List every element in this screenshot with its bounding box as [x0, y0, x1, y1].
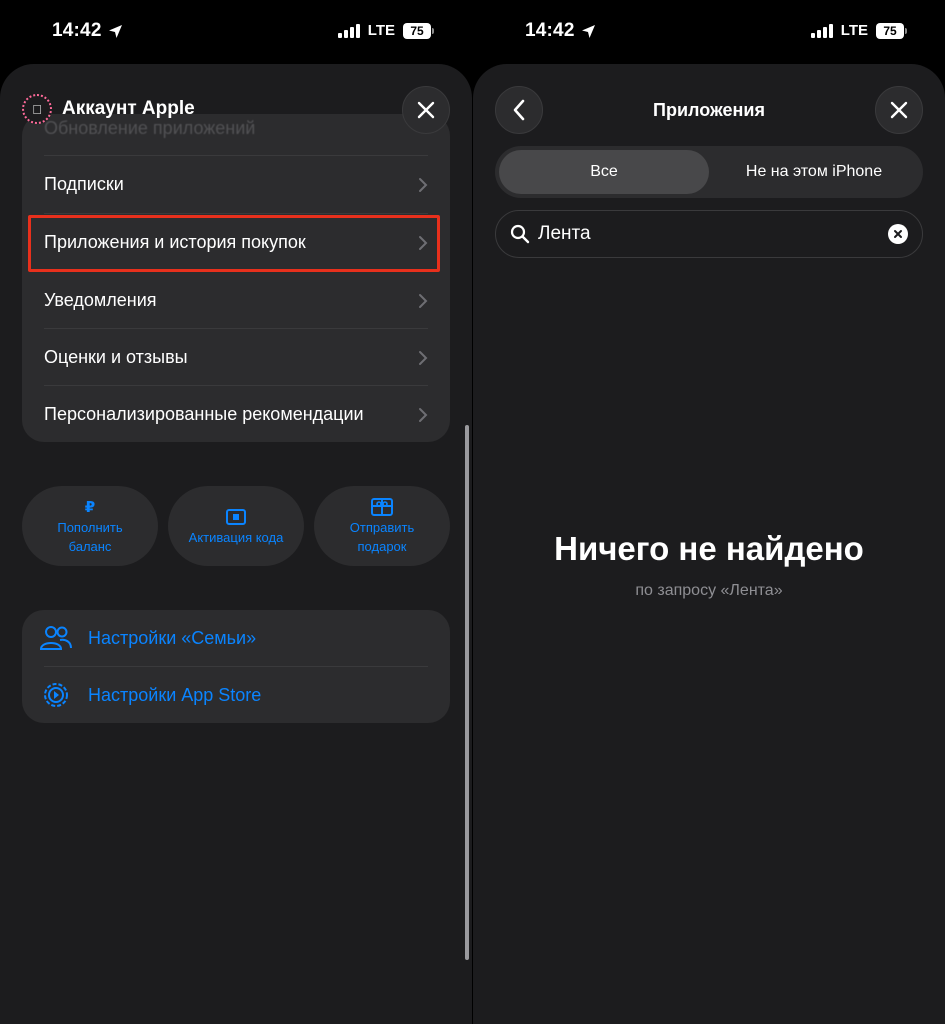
location-arrow-icon: [108, 24, 122, 38]
status-bar: 14:42 LTE 75: [473, 0, 945, 64]
signal-icon: [810, 23, 833, 38]
close-button[interactable]: [875, 86, 923, 134]
right-screen: 14:42 LTE 75 Приложения Все Не на этом i…: [473, 0, 945, 1024]
network-type: LTE: [367, 22, 395, 39]
send-gift-button[interactable]: Отправить подарок: [314, 486, 450, 566]
clear-icon: [894, 230, 902, 238]
redeem-code-button[interactable]: Активация кода: [168, 486, 304, 566]
apple-logo-icon: : [22, 94, 52, 124]
apps-sheet: Приложения Все Не на этом iPhone Лента Н…: [473, 64, 945, 1024]
topup-balance-button[interactable]: ₽ Пополнить баланс: [22, 486, 158, 566]
close-button[interactable]: [402, 86, 450, 134]
filter-segmented-control: Все Не на этом iPhone: [495, 146, 923, 198]
status-bar: 14:42 LTE 75: [0, 0, 472, 64]
empty-state-title: Ничего не найдено: [554, 530, 864, 567]
menu-item-label: Персонализированные рекомендации: [44, 404, 364, 424]
close-icon: [417, 101, 435, 119]
menu-item-notifications[interactable]: Уведомления: [22, 272, 450, 329]
card-icon: [226, 507, 246, 527]
battery-level: 75: [876, 22, 904, 39]
time-text: 14:42: [52, 20, 102, 41]
segment-all[interactable]: Все: [499, 150, 709, 194]
menu-item-label: Подписки: [44, 174, 124, 194]
chevron-right-icon: [419, 293, 428, 308]
quick-actions: ₽ Пополнить баланс Активация кода Отправ…: [22, 486, 450, 566]
gift-icon: [371, 497, 393, 517]
search-input[interactable]: Лента: [538, 223, 880, 245]
status-indicators: LTE 75: [810, 22, 907, 39]
menu-item-recommendations[interactable]: Персонализированные рекомендации: [22, 386, 450, 442]
action-label: подарок: [357, 539, 407, 554]
search-icon: [510, 224, 530, 244]
network-type: LTE: [840, 22, 868, 39]
action-label: Активация кода: [188, 529, 284, 545]
status-time: 14:42: [52, 20, 123, 42]
action-label: Отправить: [349, 520, 415, 535]
signal-icon: [337, 23, 360, 38]
status-time: 14:42: [525, 20, 596, 42]
menu-item-label: Оценки и отзывы: [44, 347, 188, 367]
battery-icon: 75: [403, 22, 434, 39]
battery-icon: 75: [876, 22, 907, 39]
ruble-icon: ₽: [84, 499, 96, 516]
account-title: Аккаунт Apple: [62, 98, 195, 119]
empty-state-subtitle: по запросу «Лента»: [635, 582, 783, 599]
menu-item-subscriptions[interactable]: Подписки: [22, 156, 450, 213]
account-sheet: Обновление приложений Подписки Приложени…: [0, 64, 472, 1024]
left-screen: 14:42 LTE 75 Обновление приложений Подпи…: [0, 0, 472, 1024]
location-arrow-icon: [581, 24, 595, 38]
highlight-frame: [28, 215, 440, 272]
battery-level: 75: [403, 22, 431, 39]
segment-not-on-device[interactable]: Не на этом iPhone: [709, 150, 919, 194]
settings-item-label: Настройки App Store: [88, 684, 262, 705]
appstore-gear-icon: [40, 679, 72, 711]
appstore-settings-item[interactable]: Настройки App Store: [22, 667, 450, 723]
search-field[interactable]: Лента: [495, 210, 923, 258]
close-icon: [890, 101, 908, 119]
family-icon: [40, 622, 72, 654]
scroll-indicator[interactable]: [465, 425, 469, 960]
menu-item-ratings[interactable]: Оценки и отзывы: [22, 329, 450, 386]
action-label: Пополнить: [57, 520, 123, 535]
action-label: баланс: [68, 539, 112, 554]
clear-search-button[interactable]: [888, 224, 908, 244]
settings-item-label: Настройки «Семьи»: [88, 627, 257, 648]
chevron-right-icon: [419, 177, 428, 192]
account-menu-list: Обновление приложений Подписки Приложени…: [22, 114, 450, 442]
settings-list: Настройки «Семьи» Настройки App Store: [22, 610, 450, 723]
time-text: 14:42: [525, 20, 575, 41]
chevron-right-icon: [419, 350, 428, 365]
status-indicators: LTE 75: [337, 22, 434, 39]
chevron-right-icon: [419, 407, 428, 422]
account-header:  Аккаунт Apple: [22, 94, 195, 124]
menu-item-label: Уведомления: [44, 290, 157, 310]
family-settings-item[interactable]: Настройки «Семьи»: [22, 610, 450, 666]
